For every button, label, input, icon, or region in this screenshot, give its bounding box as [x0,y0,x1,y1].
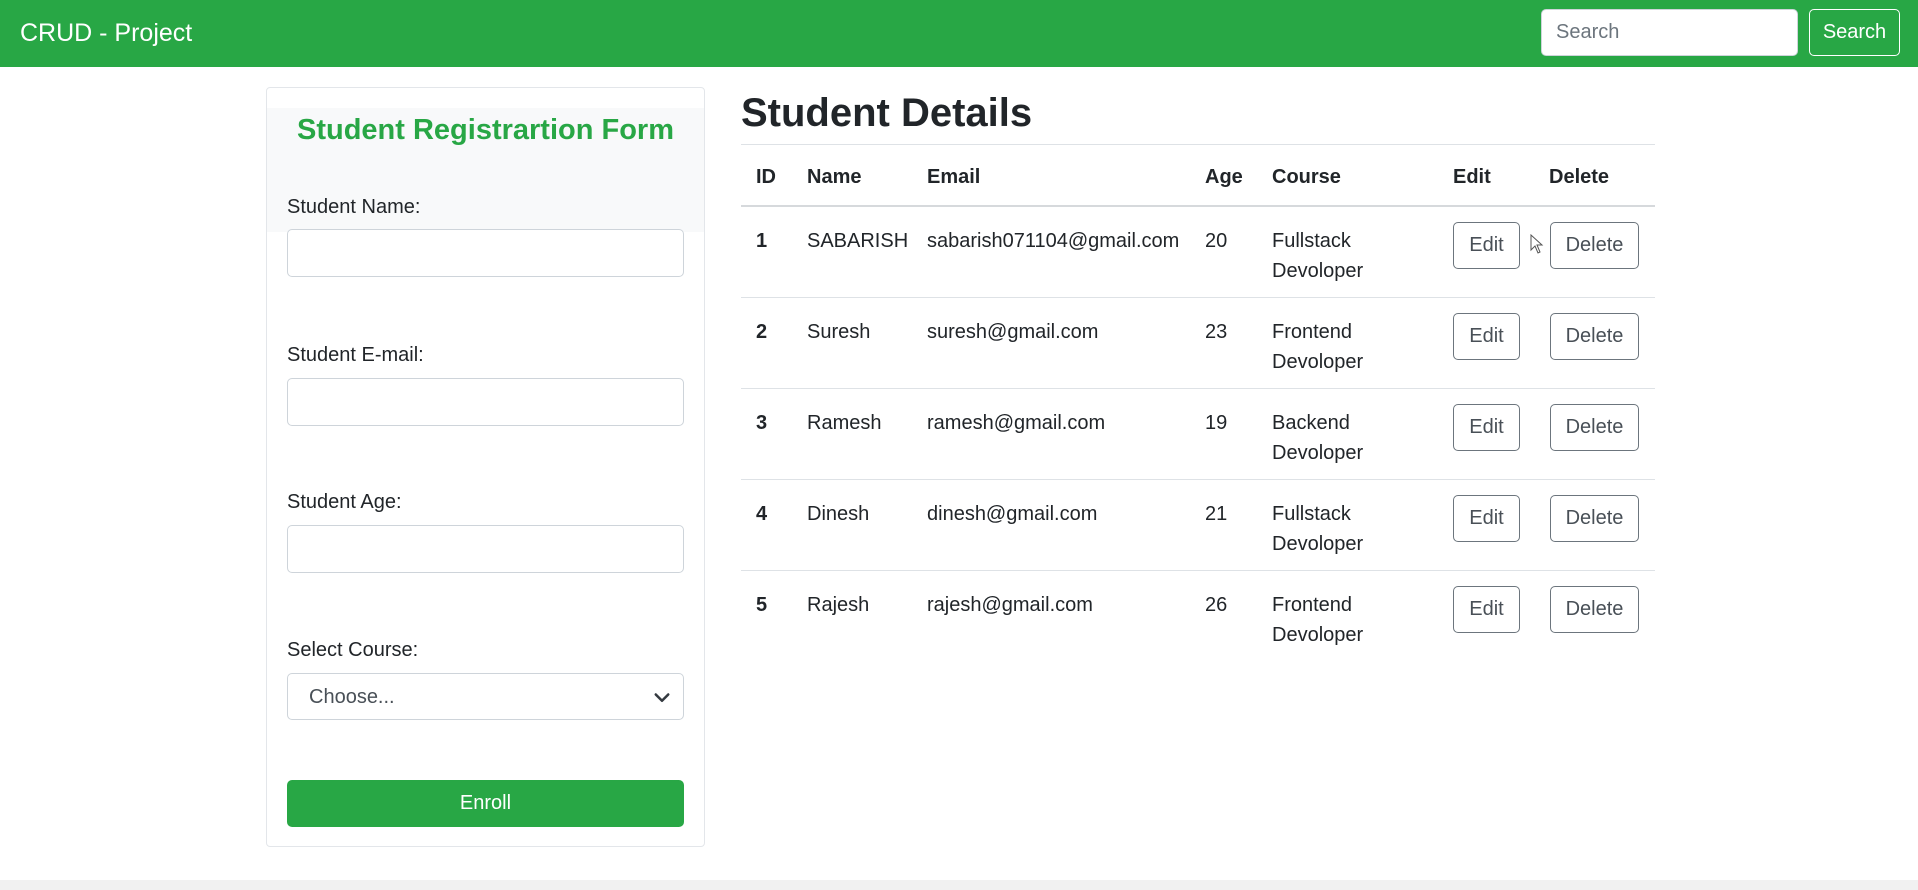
cell-email: rajesh@gmail.com [927,594,1093,616]
student-email-label: Student E-mail: [287,344,424,366]
cell-name: Rajesh [807,594,870,616]
student-age-input[interactable] [287,525,684,573]
brand-title[interactable]: CRUD - Project [20,17,192,49]
student-age-label: Student Age: [287,491,402,513]
cell-age: 20 [1205,230,1228,252]
header-name: Name [807,166,862,188]
edit-button[interactable]: Edit [1453,313,1520,360]
delete-button[interactable]: Delete [1550,404,1639,451]
cell-name: SABARISH [807,230,909,252]
cell-name: Suresh [807,321,871,343]
top-navbar: CRUD - Project Search [0,0,1918,67]
header-edit: Edit [1453,166,1491,188]
table-row: 1 SABARISH sabarish071104@gmail.com 20 F… [741,206,1655,297]
delete-button[interactable]: Delete [1550,586,1639,633]
header-email: Email [927,166,981,188]
cell-id: 4 [756,503,768,525]
edit-button[interactable]: Edit [1453,495,1520,542]
cell-email: suresh@gmail.com [927,321,1099,343]
table-top-border [741,144,1655,145]
student-name-label: Student Name: [287,196,421,218]
cell-age: 26 [1205,594,1228,616]
cell-course: Frontend Devoloper [1272,594,1364,646]
search-button[interactable]: Search [1809,9,1900,56]
course-select-value: Choose... [309,686,395,708]
header-course: Course [1272,166,1341,188]
cell-age: 23 [1205,321,1228,343]
edit-button[interactable]: Edit [1453,222,1520,269]
student-email-input[interactable] [287,378,684,426]
cell-id: 1 [756,230,768,252]
cell-course: Fullstack Devoloper [1272,230,1364,282]
select-course-label: Select Course: [287,639,419,661]
cell-email: dinesh@gmail.com [927,503,1098,525]
delete-button[interactable]: Delete [1550,495,1639,542]
cell-id: 5 [756,594,768,616]
cell-email: sabarish071104@gmail.com [927,230,1180,252]
table-row: 2 Suresh suresh@gmail.com 23 Frontend De… [741,297,1655,388]
cell-age: 21 [1205,503,1228,525]
header-id: ID [756,166,776,188]
course-select[interactable]: Choose... [287,673,684,720]
bottom-scroll-area [0,880,1918,890]
table-row: 5 Rajesh rajesh@gmail.com 26 Frontend De… [741,570,1655,661]
cell-name: Dinesh [807,503,870,525]
cell-course: Frontend Devoloper [1272,321,1364,373]
header-delete: Delete [1549,166,1610,188]
student-name-input[interactable] [287,229,684,277]
delete-button[interactable]: Delete [1550,313,1639,360]
header-age: Age [1205,166,1243,188]
cell-id: 2 [756,321,768,343]
mouse-cursor-icon [1530,234,1544,254]
search-input[interactable] [1541,9,1798,56]
cell-course: Fullstack Devoloper [1272,503,1364,555]
cell-course: Backend Devoloper [1272,412,1364,464]
table-row: 4 Dinesh dinesh@gmail.com 21 Fullstack D… [741,479,1655,570]
cell-email: ramesh@gmail.com [927,412,1106,434]
table-row: 3 Ramesh ramesh@gmail.com 19 Backend Dev… [741,388,1655,479]
registration-form-card: Student Registrartion Form Student Name:… [266,87,705,847]
chevron-down-icon [654,693,670,702]
cell-id: 3 [756,412,768,434]
cell-name: Ramesh [807,412,882,434]
delete-button[interactable]: Delete [1550,222,1639,269]
form-title: Student Registrartion Form [296,114,674,146]
enroll-button[interactable]: Enroll [287,780,684,827]
edit-button[interactable]: Edit [1453,404,1520,451]
table-title: Student Details [741,91,1033,135]
edit-button[interactable]: Edit [1453,586,1520,633]
cell-age: 19 [1205,412,1228,434]
